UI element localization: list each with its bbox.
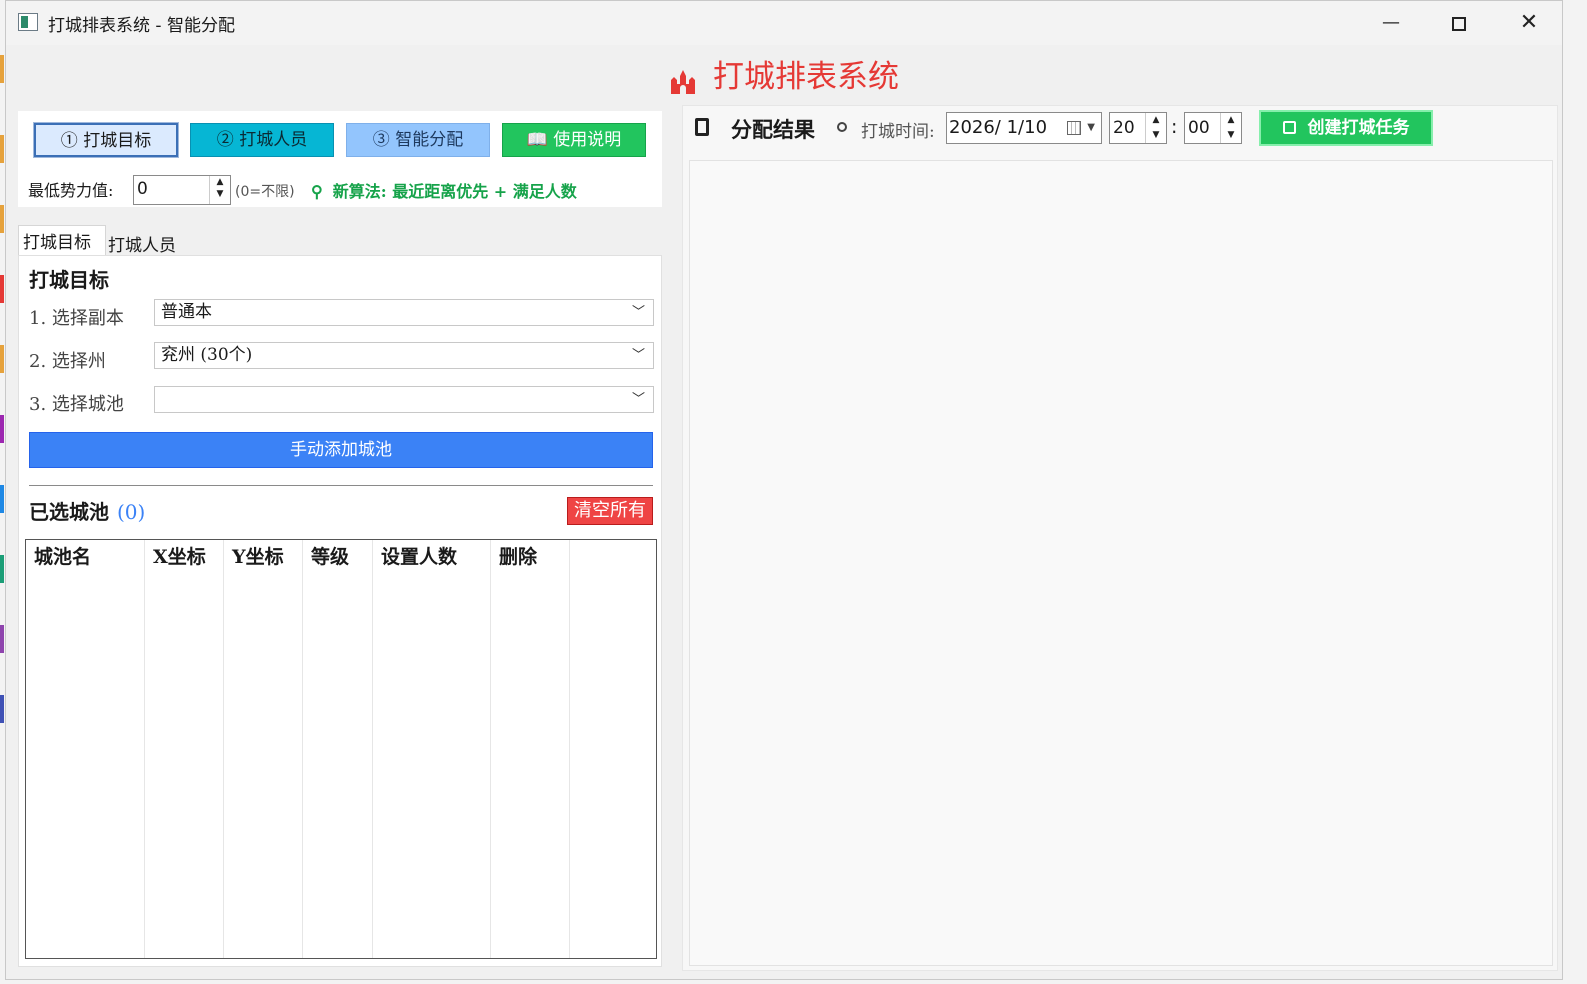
selected-title-text: 已选城池 xyxy=(29,500,109,524)
minute-input[interactable]: 00 ▲ ▼ xyxy=(1184,112,1242,144)
date-picker[interactable]: 2026/ 1/10 ▼ xyxy=(946,112,1102,144)
step-targets-button[interactable]: ① 打城目标 xyxy=(33,122,179,158)
city-select[interactable]: ﹀ xyxy=(154,386,654,413)
castle-icon xyxy=(669,66,697,94)
window-title: 打城排表系统 - 智能分配 xyxy=(48,16,235,36)
desktop-edge-marker xyxy=(0,345,4,373)
help-button[interactable]: 📖 使用说明 xyxy=(502,123,646,157)
col-y[interactable]: Y坐标 xyxy=(224,540,303,958)
min-power-label: 最低势力值: xyxy=(28,181,114,200)
desktop-edge-marker xyxy=(0,695,4,723)
app-window: 打城排表系统 - 智能分配 — ✕ 打城排表系统 ① 打城目标 ② 打城人员 ③… xyxy=(5,0,1563,980)
state-value: 兖州 (30个) xyxy=(161,345,253,365)
desktop-edge-marker xyxy=(0,135,4,163)
selected-count: (0) xyxy=(117,500,146,524)
algorithm-note: ⚲ 新算法: 最近距离优先 + 满足人数 xyxy=(311,178,577,202)
algorithm-note-text: 新算法: 最近距离优先 + 满足人数 xyxy=(332,182,577,201)
state-label: 2. 选择州 xyxy=(29,351,106,372)
chevron-down-icon: ﹀ xyxy=(631,392,645,407)
col-headcount[interactable]: 设置人数 xyxy=(373,540,491,958)
maximize-icon xyxy=(1452,17,1466,31)
header-title-row: 打城排表系统 xyxy=(6,51,1562,96)
divider xyxy=(29,485,653,486)
chevron-down-icon: ﹀ xyxy=(631,305,645,320)
result-panel: 分配结果 打城时间: 2026/ 1/10 ▼ 20 ▲ ▼ : 00 ▲ ▼ 创建… xyxy=(682,105,1558,971)
spin-arrows-icon[interactable]: ▲ ▼ xyxy=(1220,113,1241,143)
time-colon: : xyxy=(1171,116,1178,138)
desktop-edge-marker xyxy=(0,555,4,583)
step-personnel-button[interactable]: ② 打城人员 xyxy=(190,123,334,157)
step-toolbar: ① 打城目标 ② 打城人员 ③ 智能分配 📖 使用说明 最低势力值: 0 ▲ ▼ … xyxy=(18,111,662,207)
manual-add-city-button[interactable]: 手动添加城池 xyxy=(29,432,653,468)
hour-input[interactable]: 20 ▲ ▼ xyxy=(1109,112,1167,144)
spin-arrows-icon[interactable]: ▲ ▼ xyxy=(209,176,230,204)
caret-down-icon: ▼ xyxy=(1087,122,1095,133)
dungeon-label: 1. 选择副本 xyxy=(29,308,124,329)
clipboard-icon xyxy=(695,118,709,136)
desktop-edge-marker xyxy=(0,415,4,443)
app-icon xyxy=(18,13,38,31)
chevron-down-icon: ﹀ xyxy=(631,348,645,363)
time-label: 打城时间: xyxy=(861,122,935,142)
checkbox-icon xyxy=(1282,121,1296,134)
desktop-edge-marker xyxy=(0,55,4,83)
section-title: 打城目标 xyxy=(29,268,109,292)
app-heading: 打城排表系统 xyxy=(713,59,899,95)
col-x[interactable]: X坐标 xyxy=(145,540,224,958)
result-output-area[interactable] xyxy=(689,160,1553,966)
city-label: 3. 选择城池 xyxy=(29,394,124,415)
col-level[interactable]: 等级 xyxy=(303,540,373,958)
close-button[interactable]: ✕ xyxy=(1506,5,1552,41)
minimize-button[interactable]: — xyxy=(1368,5,1414,41)
min-power-input[interactable]: 0 ▲ ▼ xyxy=(133,175,231,205)
min-power-hint: (0=不限) xyxy=(235,184,295,200)
date-value: 2026/ 1/10 xyxy=(949,117,1048,138)
desktop-edge-marker xyxy=(0,275,4,303)
col-city-name[interactable]: 城池名 xyxy=(26,540,145,958)
desktop-edge-marker xyxy=(0,625,4,653)
maximize-button[interactable] xyxy=(1436,5,1482,41)
calendar-icon[interactable] xyxy=(1067,121,1081,135)
col-extra xyxy=(570,540,656,958)
min-power-value: 0 xyxy=(137,179,148,199)
selected-cities-title: 已选城池 (0) xyxy=(29,496,145,525)
clear-all-button[interactable]: 清空所有 xyxy=(567,497,653,525)
col-delete[interactable]: 删除 xyxy=(491,540,570,958)
tab-personnel[interactable]: 打城人员 xyxy=(106,229,178,258)
create-task-button[interactable]: 创建打城任务 xyxy=(1259,110,1433,146)
minute-value: 00 xyxy=(1188,118,1210,138)
pin-icon: ⚲ xyxy=(311,182,323,201)
targets-panel: 打城目标 1. 选择副本 普通本 ﹀ 2. 选择州 兖州 (30个) ﹀ 3. … xyxy=(18,255,662,967)
step-allocate-button[interactable]: ③ 智能分配 xyxy=(346,123,490,157)
dungeon-select[interactable]: 普通本 ﹀ xyxy=(154,299,654,326)
desktop-edge-marker xyxy=(0,205,4,233)
alarm-clock-icon xyxy=(837,122,847,132)
state-select[interactable]: 兖州 (30个) ﹀ xyxy=(154,342,654,369)
hour-value: 20 xyxy=(1113,118,1135,138)
spin-arrows-icon[interactable]: ▲ ▼ xyxy=(1145,113,1166,143)
tab-targets[interactable]: 打城目标 xyxy=(18,225,106,257)
result-title: 分配结果 xyxy=(731,117,815,142)
dungeon-value: 普通本 xyxy=(161,302,212,322)
create-task-label: 创建打城任务 xyxy=(1307,118,1410,138)
desktop-edge-marker xyxy=(0,485,4,513)
selected-cities-table: 城池名 X坐标 Y坐标 等级 设置人数 删除 xyxy=(25,539,657,959)
title-bar: 打城排表系统 - 智能分配 — ✕ xyxy=(6,1,1562,45)
